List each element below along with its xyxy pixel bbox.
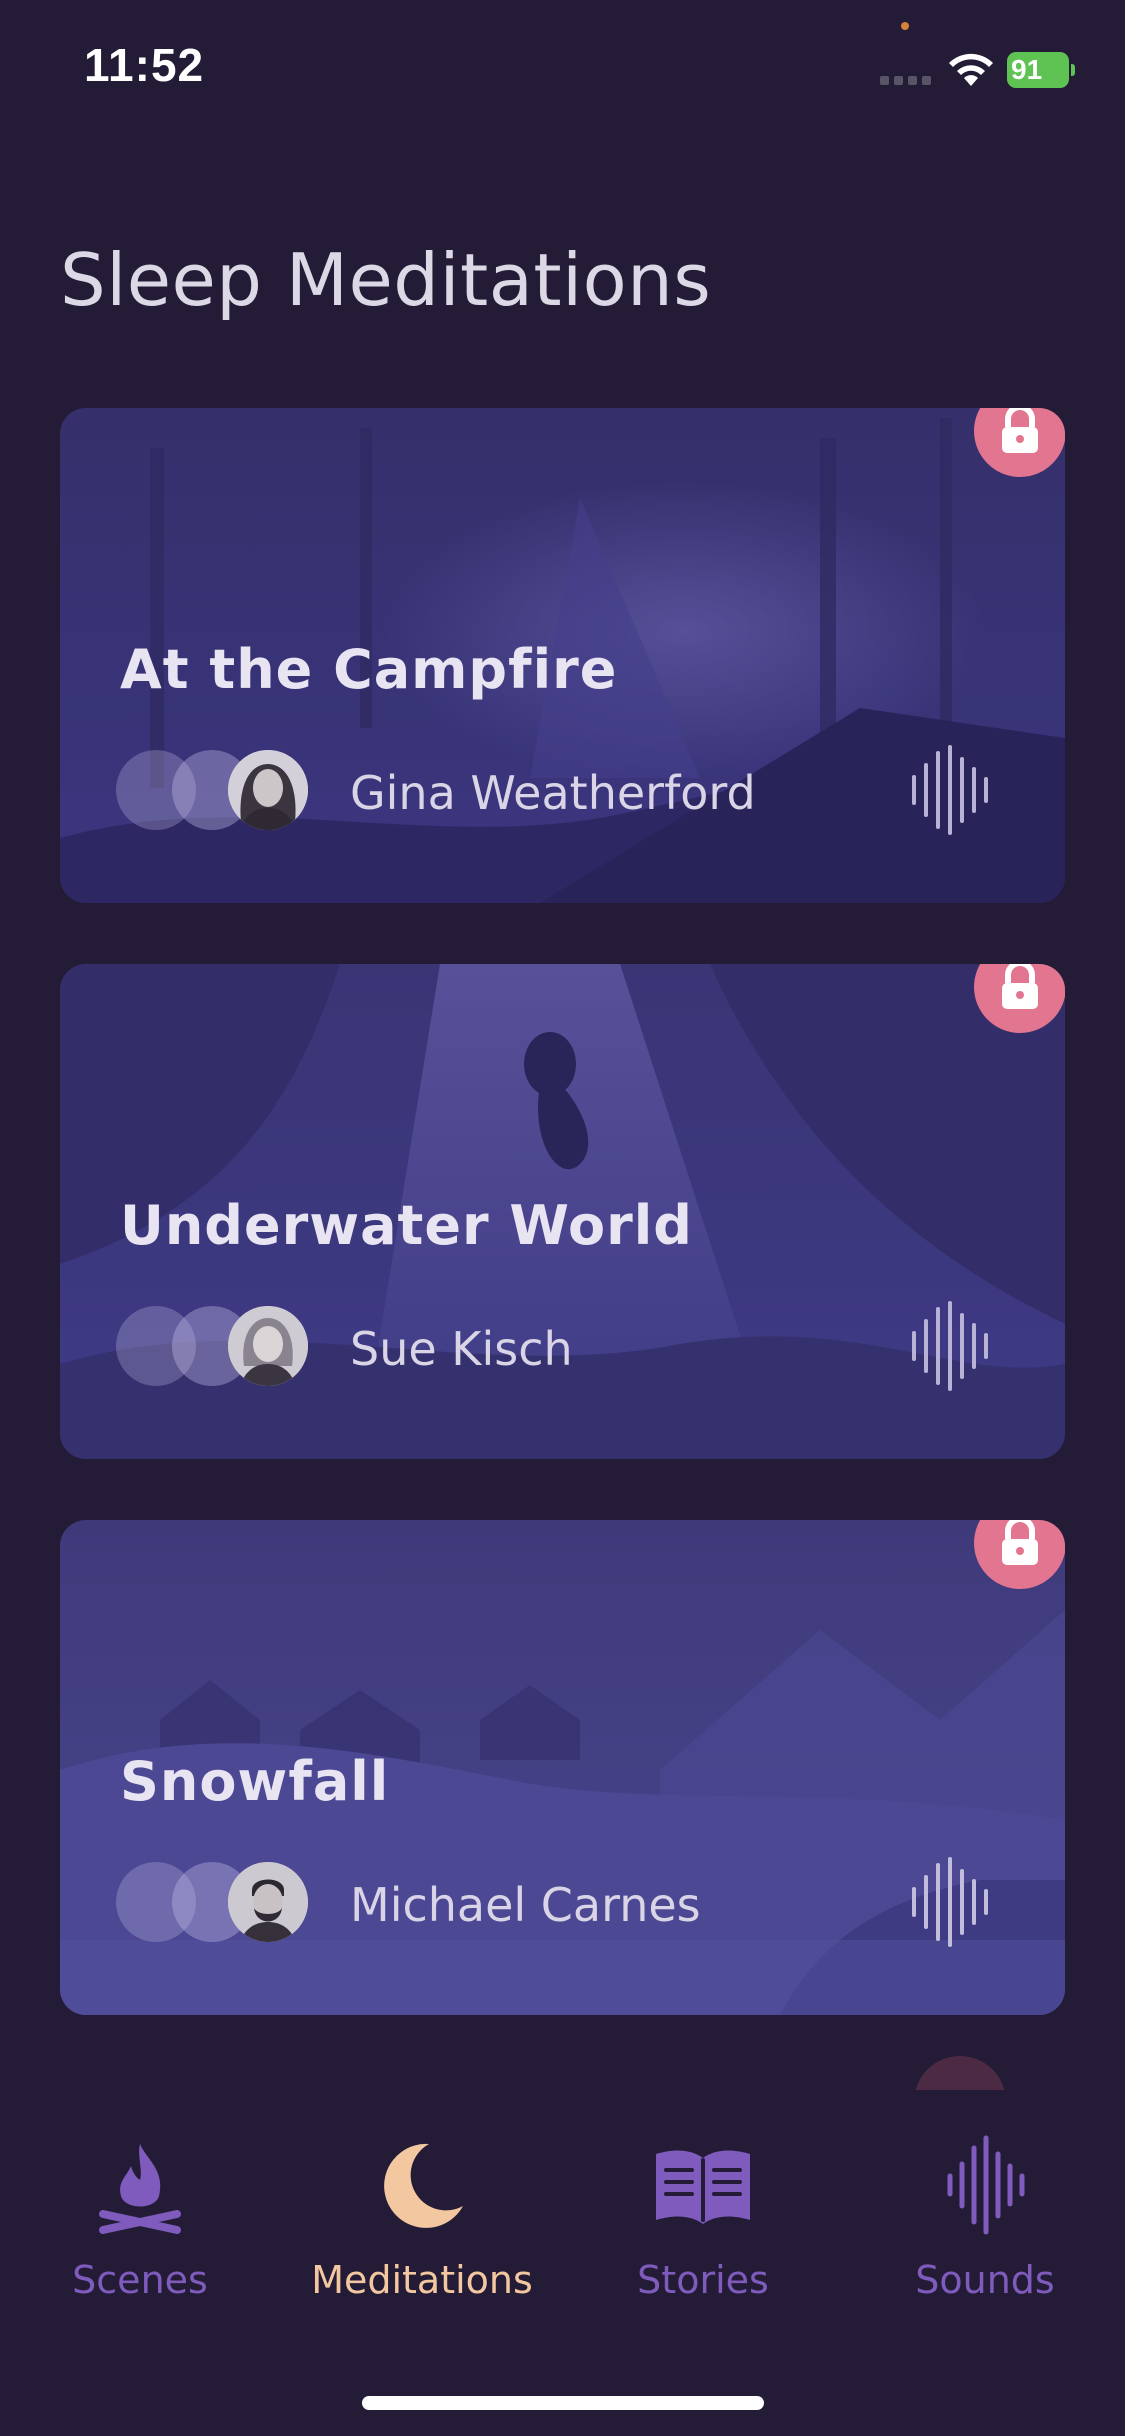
- tab-meditations[interactable]: Meditations: [282, 2130, 562, 2330]
- crescent-moon-icon: [384, 2143, 463, 2228]
- card-title: Snowfall: [120, 1750, 390, 1813]
- cellular-signal-icon: [880, 76, 931, 85]
- tab-sounds[interactable]: Sounds: [845, 2130, 1125, 2330]
- tab-label: Meditations: [311, 2258, 533, 2302]
- tab-label: Sounds: [915, 2258, 1055, 2302]
- status-time: 11:52: [84, 39, 205, 91]
- narrator-avatar-stack: [116, 750, 316, 830]
- wifi-icon: [949, 53, 993, 86]
- narrator-avatar: [228, 1862, 308, 1942]
- narrator-name: Gina Weatherford: [350, 766, 756, 820]
- card-title: At the Campfire: [120, 638, 618, 701]
- page-title: Sleep Meditations: [60, 238, 712, 322]
- narrator-name: Sue Kisch: [350, 1322, 573, 1376]
- campfire-icon: [99, 2144, 181, 2234]
- sound-wave-icon[interactable]: [910, 1857, 994, 1947]
- narrator-avatar: [228, 1306, 308, 1386]
- sound-wave-icon: [947, 2135, 1025, 2235]
- narrator-avatar-stack: [116, 1862, 316, 1942]
- home-indicator[interactable]: [362, 2396, 764, 2410]
- camera-indicator-dot: [901, 22, 909, 30]
- meditation-card-underwater[interactable]: Underwater World Sue Kisch: [60, 964, 1065, 1459]
- lock-icon: [1002, 964, 1038, 1009]
- lock-icon: [1002, 408, 1038, 453]
- sound-wave-icon[interactable]: [910, 1301, 994, 1391]
- tab-label: Scenes: [72, 2258, 208, 2302]
- lock-icon: [1002, 1520, 1038, 1565]
- tab-label: Stories: [637, 2258, 769, 2302]
- narrator-name: Michael Carnes: [350, 1878, 701, 1932]
- narrator-avatar-stack: [116, 1306, 316, 1386]
- card-title: Underwater World: [120, 1194, 693, 1257]
- sound-wave-icon[interactable]: [910, 745, 994, 835]
- open-book-icon: [656, 2150, 750, 2224]
- tab-bar: Scenes Meditations Stories Sounds: [0, 2090, 1125, 2436]
- meditation-card-snowfall[interactable]: Snowfall Michael Carnes: [60, 1520, 1065, 2015]
- battery-level: 91: [1011, 54, 1043, 85]
- tab-stories[interactable]: Stories: [563, 2130, 843, 2330]
- tab-scenes[interactable]: Scenes: [0, 2130, 280, 2330]
- status-bar: 11:52 91: [0, 0, 1125, 140]
- battery-icon: 91: [1007, 52, 1075, 88]
- narrator-avatar: [228, 750, 308, 830]
- meditation-card-campfire[interactable]: At the Campfire Gina Weatherford: [60, 408, 1065, 903]
